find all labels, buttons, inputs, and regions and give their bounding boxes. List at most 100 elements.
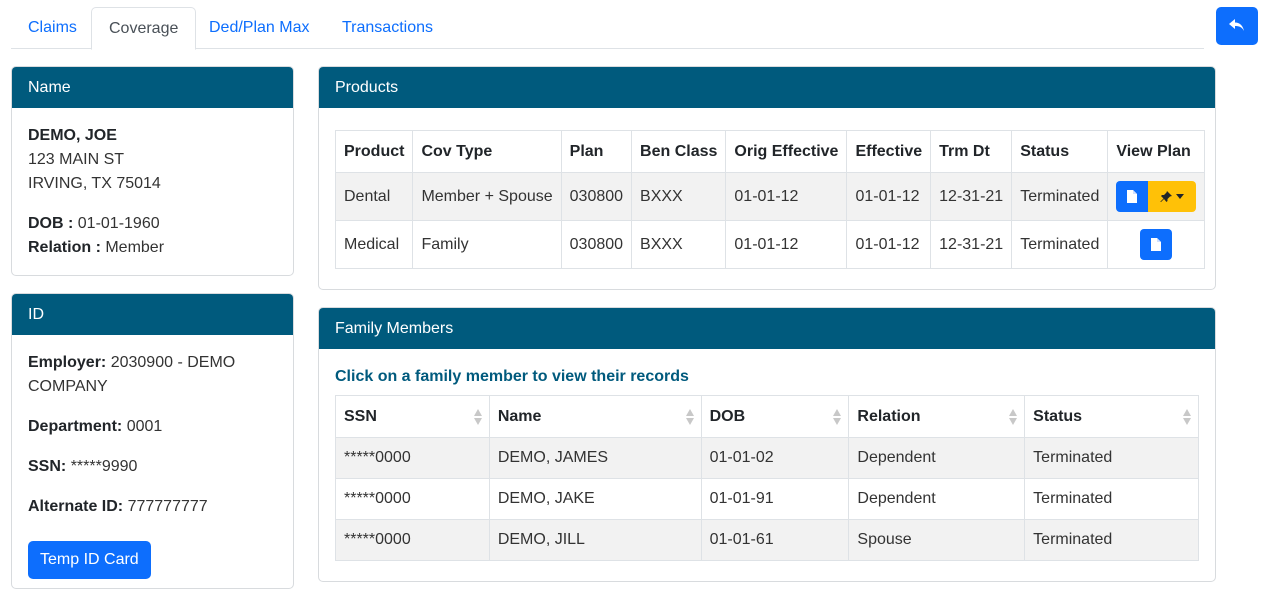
view-plan-group [1116, 181, 1197, 212]
col-cov-type: Cov Type [412, 130, 562, 173]
cell-name: DEMO, JAKE [488, 478, 702, 520]
col-effective: Effective [846, 130, 932, 173]
table-row: Dental Member + Spouse 030800 BXXX 01-01… [334, 172, 1206, 221]
cell-ssn: *****0000 [335, 437, 490, 479]
cell-cov-type: Family [412, 220, 562, 269]
col-view-plan: View Plan [1107, 130, 1206, 173]
family-members-table: SSN Name DOB Relation Status *****0000 D… [335, 395, 1199, 561]
temp-id-card-button[interactable]: Temp ID Card [28, 541, 151, 579]
relation-label: Relation : [28, 239, 101, 256]
col-product: Product [334, 130, 414, 173]
dob-value: 01-01-1960 [77, 215, 160, 232]
col-name[interactable]: Name [488, 395, 702, 438]
cell-status: Terminated [1024, 478, 1199, 520]
family-members-card: Family Members Click on a family member … [318, 307, 1216, 582]
cell-ben-class: BXXX [631, 172, 727, 221]
cell-dob: 01-01-02 [700, 437, 850, 479]
sort-icon [473, 409, 482, 425]
sort-icon [1183, 409, 1191, 425]
cell-status: Terminated [1011, 220, 1109, 269]
col-plan: Plan [560, 130, 633, 173]
cell-plan: 030800 [560, 220, 633, 269]
family-header-row: SSN Name DOB Relation Status [335, 395, 1199, 438]
cell-name: DEMO, JILL [488, 519, 702, 561]
cell-dob: 01-01-61 [700, 519, 850, 561]
back-button[interactable] [1216, 7, 1258, 45]
cell-orig-effective: 01-01-12 [725, 172, 848, 221]
table-row[interactable]: *****0000 DEMO, JAMES 01-01-02 Dependent… [335, 437, 1199, 479]
address-line-1: 123 MAIN ST [28, 151, 125, 168]
col-ssn[interactable]: SSN [335, 395, 490, 438]
sort-icon [685, 409, 694, 425]
department-label: Department: [28, 418, 123, 435]
id-card-header: ID [12, 294, 293, 335]
tab-ded-plan-max[interactable]: Ded/Plan Max [192, 7, 327, 49]
tab-transactions[interactable]: Transactions [325, 7, 450, 49]
cell-trm-dt: 12-31-21 [930, 220, 1013, 269]
col-ben-class: Ben Class [631, 130, 727, 173]
table-row[interactable]: *****0000 DEMO, JAKE 01-01-91 Dependent … [335, 478, 1199, 520]
cell-cov-type: Member + Spouse [412, 172, 562, 221]
cell-orig-effective: 01-01-12 [725, 220, 848, 269]
col-orig-effective: Orig Effective [725, 130, 848, 173]
products-header-row: Product Cov Type Plan Ben Class Orig Eff… [334, 130, 1206, 173]
family-members-header: Family Members [319, 308, 1215, 349]
address-line-2: IRVING, TX 75014 [28, 175, 161, 192]
col-dob[interactable]: DOB [700, 395, 850, 438]
products-card: Products Product Cov Type Plan Ben Class… [318, 66, 1216, 290]
cell-plan: 030800 [560, 172, 633, 221]
cell-relation: Dependent [848, 478, 1026, 520]
cell-ben-class: BXXX [631, 220, 727, 269]
department-value: 0001 [126, 418, 163, 435]
document-icon [1151, 238, 1162, 251]
cell-status: Terminated [1011, 172, 1109, 221]
name-card: Name DEMO, JOE 123 MAIN ST IRVING, TX 75… [11, 66, 294, 276]
name-card-header: Name [12, 67, 293, 108]
cell-ssn: *****0000 [335, 478, 490, 520]
cell-effective: 01-01-12 [846, 220, 932, 269]
sort-icon [833, 409, 842, 425]
col-trm-dt: Trm Dt [930, 130, 1013, 173]
cell-trm-dt: 12-31-21 [930, 172, 1013, 221]
dob-label: DOB : [28, 215, 74, 232]
reply-icon [1229, 19, 1244, 31]
employer-label: Employer: [28, 354, 107, 371]
table-row: Medical Family 030800 BXXX 01-01-12 01-0… [334, 220, 1206, 269]
cell-product: Dental [334, 172, 414, 221]
view-plan-button[interactable] [1140, 229, 1173, 260]
cell-status: Terminated [1024, 437, 1199, 479]
cell-relation: Dependent [848, 437, 1026, 479]
table-row[interactable]: *****0000 DEMO, JILL 01-01-61 Spouse Ter… [335, 519, 1199, 561]
tab-claims[interactable]: Claims [11, 7, 94, 49]
pin-dropdown-button[interactable] [1148, 181, 1197, 212]
sort-icon [1009, 409, 1018, 425]
cell-ssn: *****0000 [335, 519, 490, 561]
caret-down-icon [1176, 194, 1185, 199]
col-family-status[interactable]: Status [1024, 395, 1199, 438]
products-header: Products [319, 67, 1215, 108]
tab-coverage[interactable]: Coverage [91, 7, 197, 50]
products-table: Product Cov Type Plan Ben Class Orig Eff… [334, 130, 1206, 269]
tab-bar: Claims Coverage Ded/Plan Max Transaction… [11, 7, 1204, 50]
cell-name: DEMO, JAMES [488, 437, 702, 479]
member-name: DEMO, JOE [28, 127, 117, 144]
col-relation[interactable]: Relation [848, 395, 1026, 438]
cell-dob: 01-01-91 [700, 478, 850, 520]
alternate-id-label: Alternate ID: [28, 498, 124, 515]
id-card: ID Employer: 2030900 - DEMO COMPANY Depa… [11, 293, 294, 589]
col-status: Status [1011, 130, 1109, 173]
pin-icon [1160, 190, 1173, 202]
cell-view-plan [1107, 220, 1206, 269]
cell-product: Medical [334, 220, 414, 269]
document-icon [1127, 190, 1138, 203]
relation-value: Member [105, 239, 165, 256]
cell-view-plan [1107, 172, 1206, 221]
cell-relation: Spouse [848, 519, 1026, 561]
cell-status: Terminated [1024, 519, 1199, 561]
view-plan-button[interactable] [1116, 181, 1149, 212]
family-hint-text: Click on a family member to view their r… [335, 368, 689, 385]
ssn-label: SSN: [28, 458, 67, 475]
alternate-id-value: 777777777 [127, 498, 208, 515]
cell-effective: 01-01-12 [846, 172, 932, 221]
ssn-value: *****9990 [70, 458, 138, 475]
